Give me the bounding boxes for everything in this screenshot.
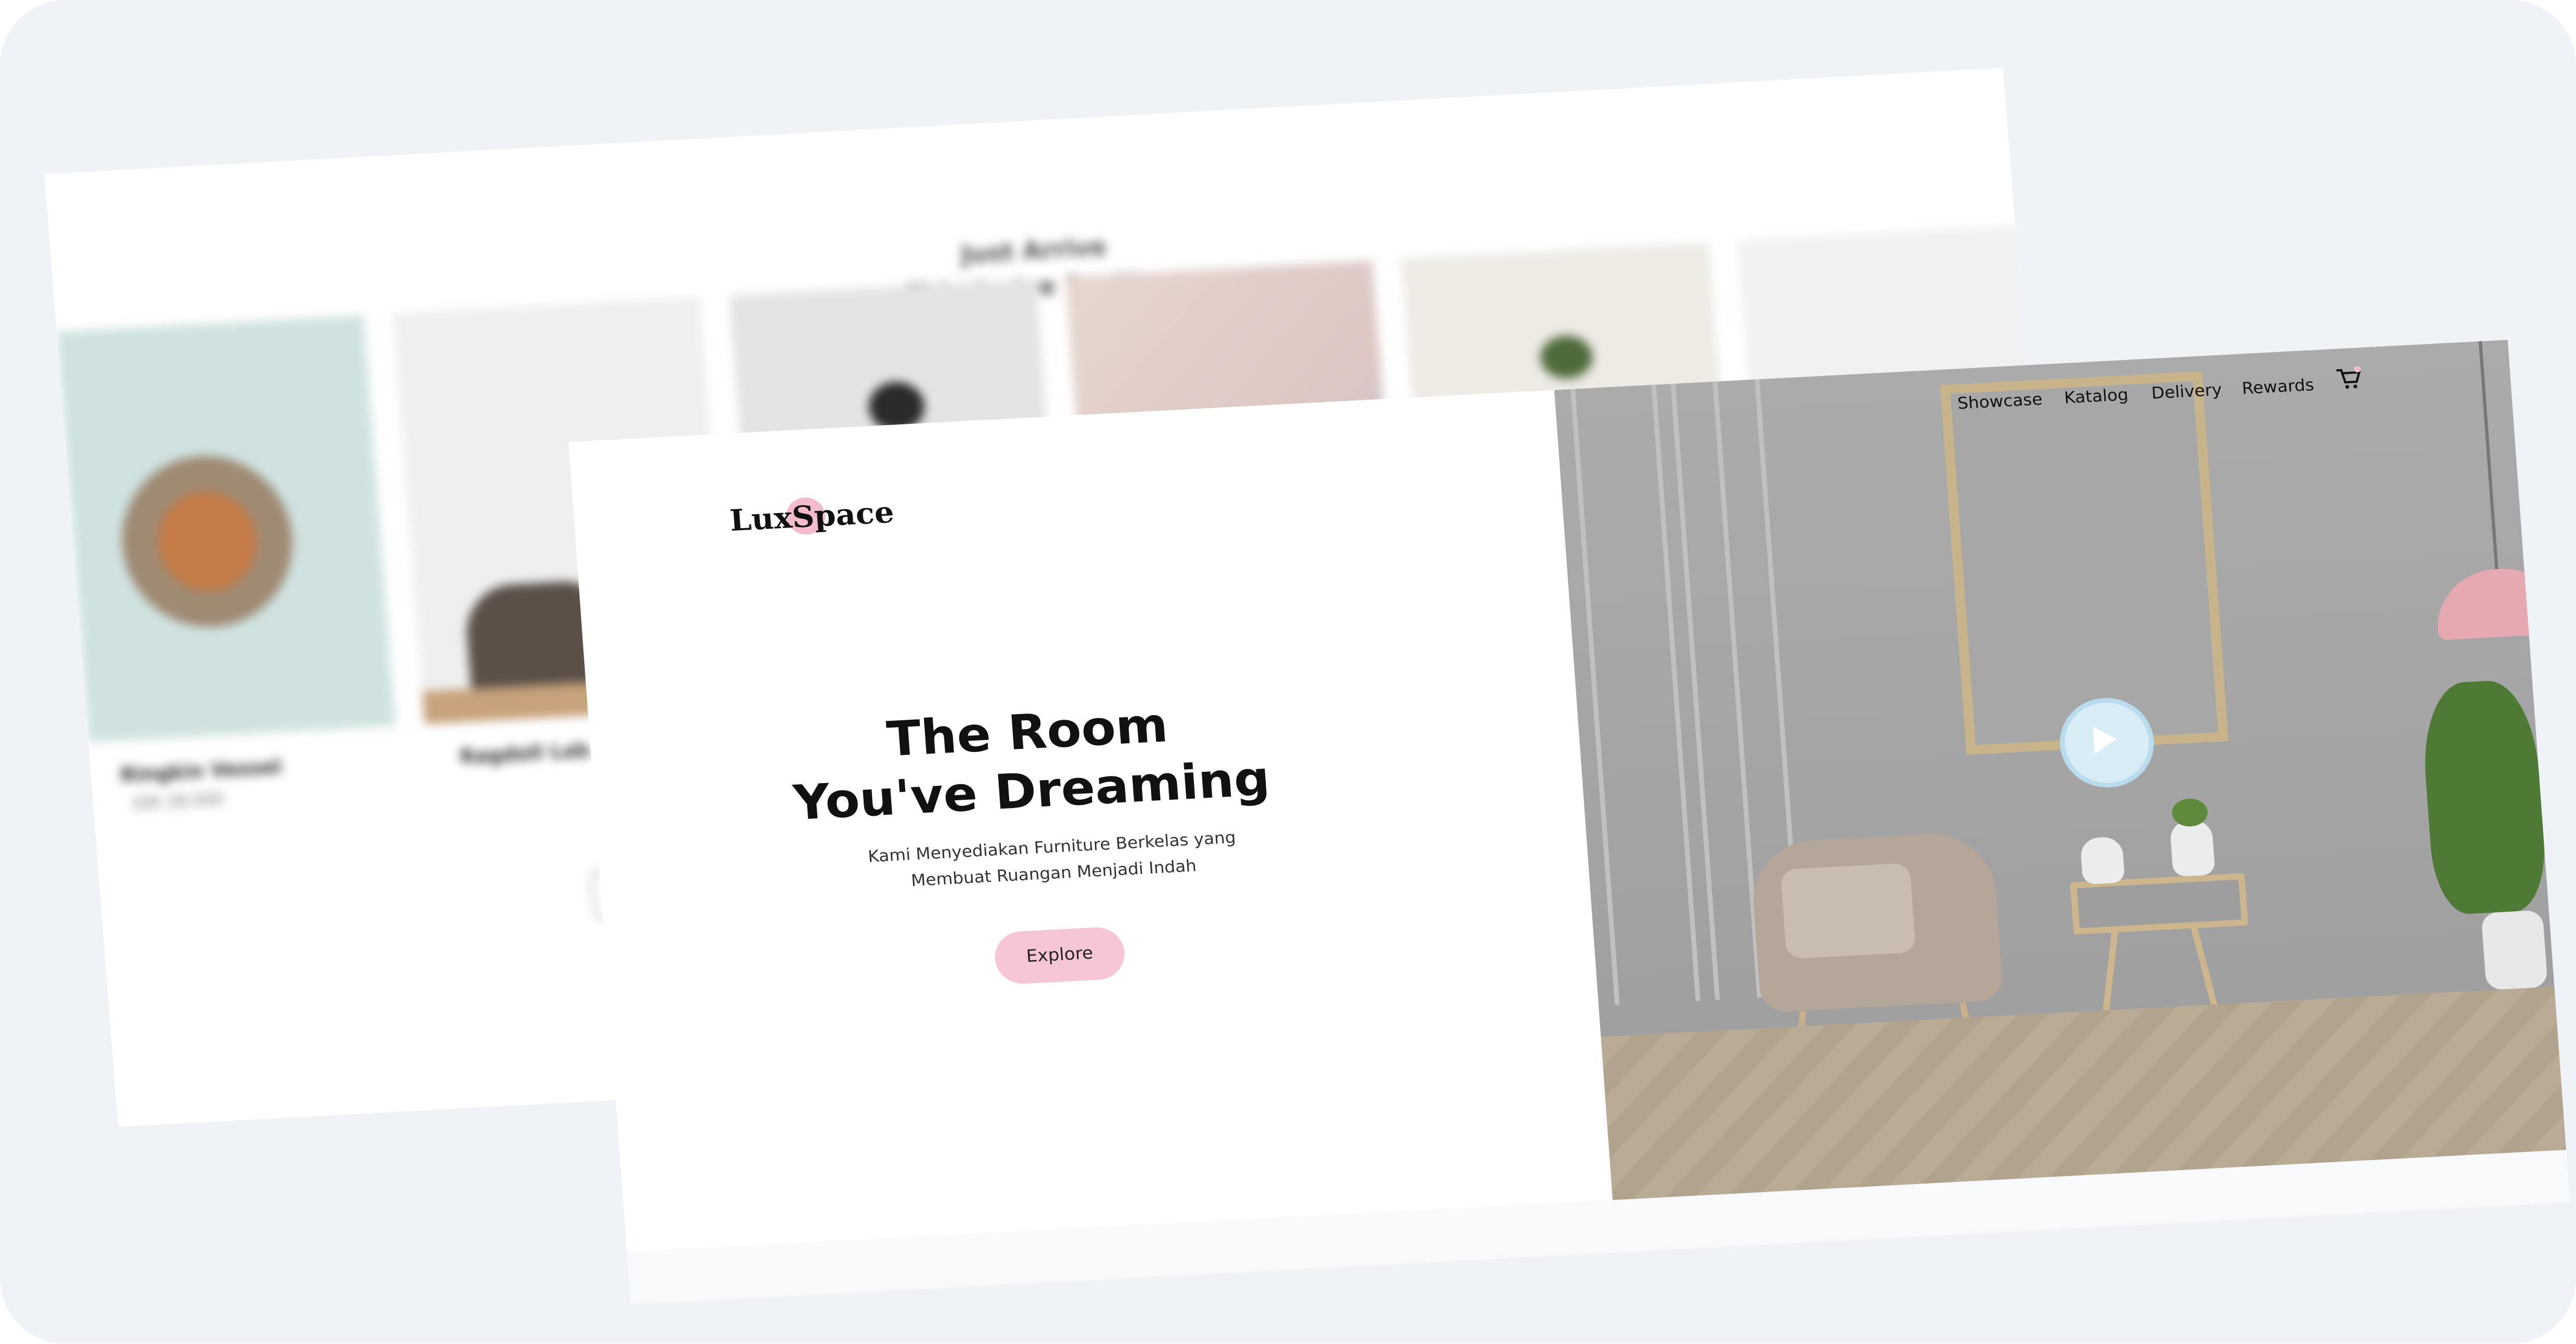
background-canvas: Just Arrive This Arrive For You Ringkin …	[0, 0, 2576, 1344]
vase	[2079, 836, 2125, 885]
potted-plant	[2419, 678, 2549, 916]
hero-left-panel: LuxSpace The Room You've Dreaming Kami M…	[568, 389, 1613, 1252]
front-page-mockup: LuxSpace The Room You've Dreaming Kami M…	[568, 340, 2570, 1305]
lamp-shade	[2433, 566, 2567, 640]
product-image	[1538, 334, 1594, 380]
nav-item-rewards[interactable]: Rewards	[2242, 377, 2315, 399]
play-icon	[2092, 726, 2116, 755]
product-name: Ragdoll Lab	[459, 738, 591, 769]
planter	[2169, 819, 2216, 877]
nav-item-katalog[interactable]: Katalog	[2063, 386, 2129, 408]
logo[interactable]: LuxSpace	[729, 496, 895, 539]
nav-item-delivery[interactable]: Delivery	[2151, 381, 2222, 404]
product-price: IDR 28.000	[131, 791, 224, 815]
product-name: Ringkin Vessel	[119, 755, 283, 787]
cushion	[1780, 863, 1916, 959]
hero-title: The Room You've Dreaming	[783, 691, 1276, 834]
explore-button[interactable]: Explore	[993, 926, 1126, 985]
hero-image-panel: Showcase Katalog Delivery Rewards	[1554, 340, 2567, 1200]
cart-icon[interactable]	[2334, 366, 2362, 392]
wall-frame	[1940, 371, 2229, 755]
hero-subtitle: Kami Menyediakan Furniture Berkelas yang…	[857, 825, 1249, 898]
product-card-1[interactable]	[56, 315, 396, 743]
